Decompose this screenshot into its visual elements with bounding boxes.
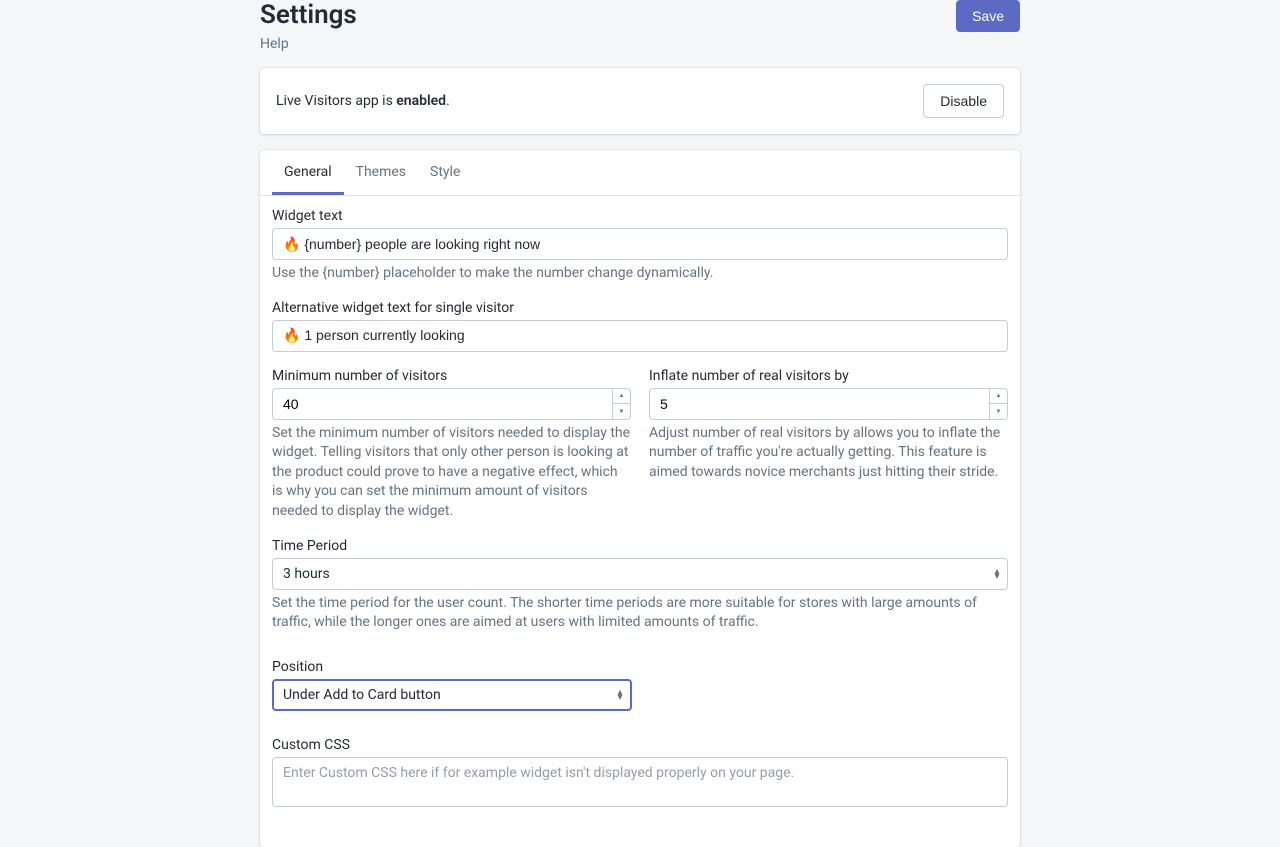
widget-text-label: Widget text (272, 208, 1008, 224)
inflate-spinner: ▲ ▼ (989, 389, 1007, 419)
status-card: Live Visitors app is enabled. Disable (260, 68, 1020, 134)
inflate-help: Adjust number of real visitors by allows… (649, 424, 1008, 483)
spinner-up-icon[interactable]: ▲ (613, 389, 630, 405)
spinner-down-icon[interactable]: ▼ (613, 404, 630, 419)
time-period-value: 3 hours (273, 559, 987, 589)
widget-text-input[interactable] (272, 228, 1008, 260)
tab-style[interactable]: Style (418, 150, 472, 195)
position-label: Position (272, 659, 1008, 675)
alt-text-input[interactable] (272, 320, 1008, 352)
disable-button[interactable]: Disable (923, 84, 1004, 118)
inflate-label: Inflate number of real visitors by (649, 368, 1008, 384)
position-select[interactable]: Under Add to Card button ▴▾ (272, 679, 632, 711)
spinner-up-icon[interactable]: ▲ (990, 389, 1007, 405)
spinner-down-icon[interactable]: ▼ (990, 404, 1007, 419)
custom-css-input[interactable] (272, 757, 1008, 807)
chevron-updown-icon: ▴▾ (610, 690, 630, 700)
page-title: Settings (260, 0, 357, 30)
tab-themes[interactable]: Themes (344, 150, 418, 195)
alt-text-label: Alternative widget text for single visit… (272, 300, 1008, 316)
widget-text-help: Use the {number} placeholder to make the… (272, 264, 1008, 284)
time-period-label: Time Period (272, 538, 1008, 554)
min-visitors-help: Set the minimum number of visitors neede… (272, 424, 631, 522)
tab-general[interactable]: General (272, 150, 344, 195)
inflate-input-wrap: ▲ ▼ (649, 388, 1008, 420)
help-link[interactable]: Help (260, 36, 289, 52)
status-prefix: Live Visitors app is (276, 93, 396, 109)
time-period-select[interactable]: 3 hours ▴▾ (272, 558, 1008, 590)
min-visitors-input[interactable] (273, 389, 612, 419)
min-visitors-input-wrap: ▲ ▼ (272, 388, 631, 420)
status-state: enabled (396, 93, 446, 109)
min-visitors-label: Minimum number of visitors (272, 368, 631, 384)
status-suffix: . (446, 93, 450, 109)
status-text: Live Visitors app is enabled. (276, 93, 450, 109)
settings-card: General Themes Style Widget text Use the… (260, 150, 1020, 847)
time-period-help: Set the time period for the user count. … (272, 594, 1008, 633)
custom-css-label: Custom CSS (272, 737, 1008, 753)
min-visitors-spinner: ▲ ▼ (612, 389, 630, 419)
position-value: Under Add to Card button (274, 681, 610, 709)
tabs: General Themes Style (260, 150, 1020, 196)
save-button[interactable]: Save (956, 0, 1020, 32)
inflate-input[interactable] (650, 389, 989, 419)
chevron-updown-icon: ▴▾ (987, 569, 1007, 579)
